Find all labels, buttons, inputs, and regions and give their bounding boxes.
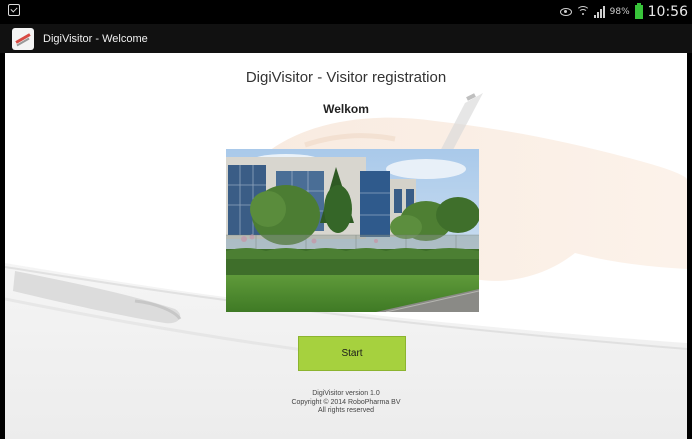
battery-percentage: 98% bbox=[609, 7, 630, 17]
wifi-icon bbox=[575, 6, 590, 18]
status-icons: 98% 10:56 bbox=[559, 2, 688, 22]
rights-text: All rights reserved bbox=[317, 407, 375, 414]
eye-icon bbox=[559, 8, 572, 16]
app-logo-icon[interactable] bbox=[12, 27, 34, 50]
action-bar-title: DigiVisitor - Welcome bbox=[43, 32, 148, 45]
welcome-heading: Welkom bbox=[323, 102, 369, 116]
start-button[interactable]: Start bbox=[298, 336, 406, 371]
building-photo bbox=[226, 149, 479, 312]
status-bar: 98% 10:56 bbox=[0, 0, 692, 24]
welcome-screen: DigiVisitor - Visitor registration Welko… bbox=[5, 53, 687, 439]
page-title: DigiVisitor - Visitor registration bbox=[245, 69, 447, 86]
version-text: DigiVisitor version 1.0 bbox=[312, 390, 380, 397]
footer: DigiVisitor version 1.0 Copyright © 2014… bbox=[5, 390, 687, 416]
screenshot-icon bbox=[8, 4, 20, 16]
clock: 10:56 bbox=[647, 4, 688, 20]
device-screen: 98% 10:56 DigiVisitor - Welcome DigiVisi… bbox=[0, 0, 692, 439]
action-bar: DigiVisitor - Welcome bbox=[0, 24, 692, 53]
battery-icon bbox=[634, 3, 643, 19]
signal-icon bbox=[593, 6, 605, 18]
copyright-text: Copyright © 2014 RoboPharma BV bbox=[291, 398, 401, 406]
